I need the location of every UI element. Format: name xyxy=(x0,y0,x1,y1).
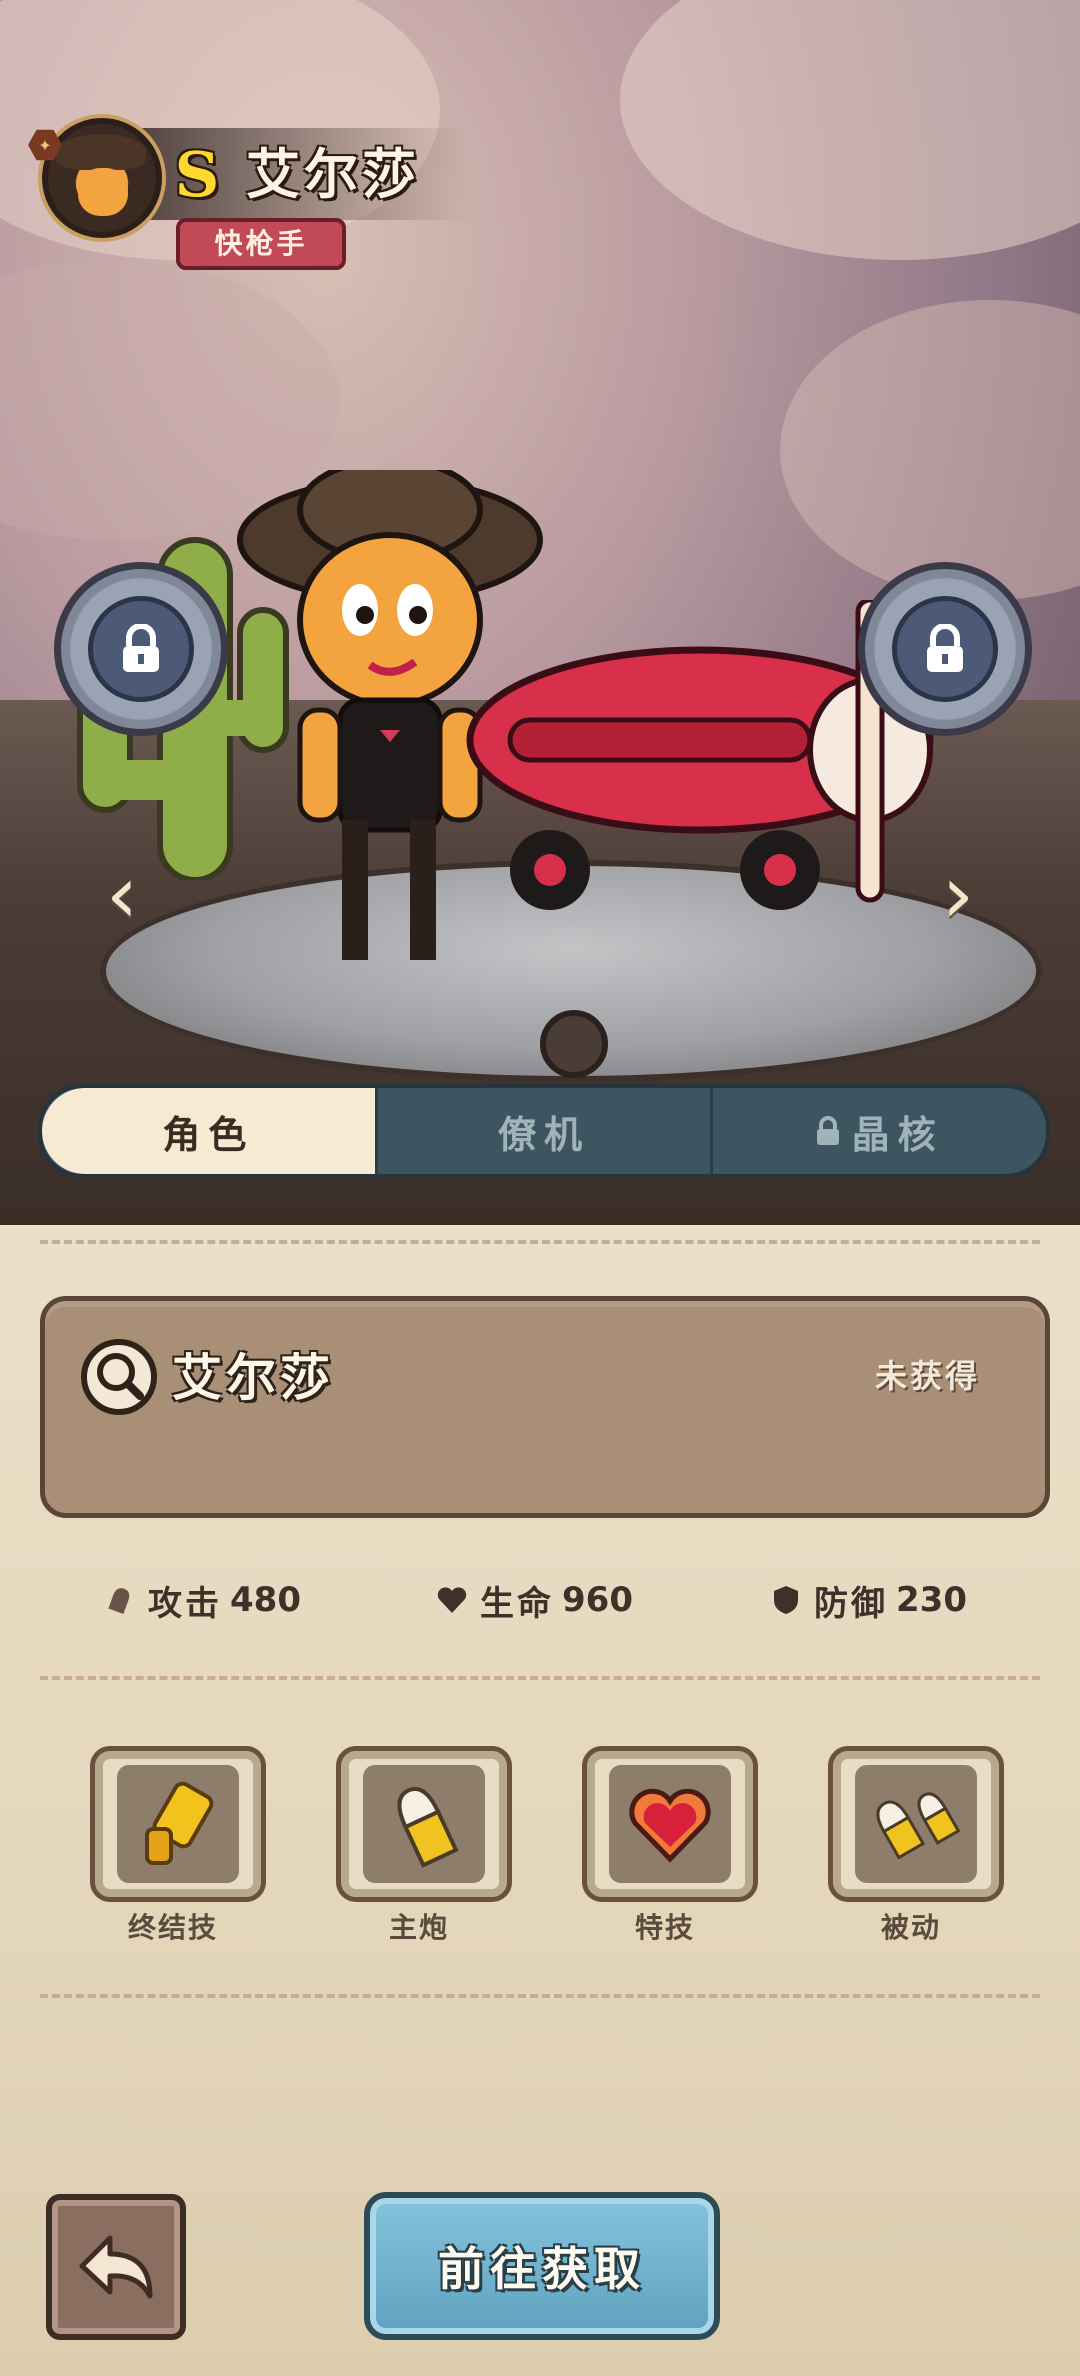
cloud xyxy=(620,0,1080,260)
tab-wingman[interactable]: 僚机 xyxy=(374,1088,711,1174)
prev-hero-arrow-icon[interactable]: ‹ xyxy=(92,850,152,940)
skill-label: 特技 xyxy=(634,1911,695,1944)
back-button[interactable] xyxy=(46,2194,186,2340)
dashed-divider xyxy=(40,1676,1040,1680)
magnifier-icon[interactable] xyxy=(80,1338,158,1416)
skill-label: 被动 xyxy=(880,1911,941,1944)
skill-label: 主炮 xyxy=(388,1911,449,1944)
skill-main-cannon[interactable] xyxy=(336,1746,512,1902)
stat-defense: 防御 230 xyxy=(770,1572,967,1628)
card-hero-name: 艾尔莎 xyxy=(172,1349,334,1407)
ownership-status: 未获得 xyxy=(874,1357,980,1395)
go-obtain-button[interactable]: 前往获取 xyxy=(364,2192,720,2340)
lock-icon xyxy=(892,596,998,702)
character-showcase-scene: ‹ › ✦ S 艾尔莎 快枪手 角色 僚机 晶核 xyxy=(0,0,1080,1225)
tab-character[interactable]: 角色 xyxy=(42,1088,375,1174)
rank-badge: S xyxy=(174,138,220,211)
next-hero-arrow-icon[interactable]: › xyxy=(928,850,988,940)
lock-icon xyxy=(816,1116,839,1145)
tab-label: 晶核 xyxy=(851,1112,944,1157)
skill-label: 终结技 xyxy=(127,1911,218,1944)
heart-gem-icon xyxy=(609,1765,731,1883)
tab-label: 僚机 xyxy=(498,1112,591,1157)
heart-icon xyxy=(437,1587,467,1613)
bullet-icon xyxy=(108,1588,130,1615)
shield-icon xyxy=(774,1586,798,1614)
platform-latch xyxy=(540,1010,608,1078)
bullet-icon xyxy=(363,1765,485,1883)
role-tag: 快枪手 xyxy=(176,218,346,270)
skill-special[interactable] xyxy=(582,1746,758,1902)
locked-slot-left[interactable] xyxy=(54,562,228,736)
cloud xyxy=(780,300,1080,600)
stat-value: 960 xyxy=(562,1580,633,1620)
category-tabs: 角色 僚机 晶核 xyxy=(38,1084,1050,1178)
stat-label: 生命 xyxy=(480,1583,554,1624)
locked-slot-right[interactable] xyxy=(858,562,1032,736)
tab-core[interactable]: 晶核 xyxy=(710,1088,1046,1174)
stat-value: 230 xyxy=(896,1580,967,1620)
tab-label: 角色 xyxy=(162,1112,255,1157)
dashed-divider xyxy=(40,1240,1040,1244)
return-arrow-icon xyxy=(79,2235,153,2299)
hero-title: 艾尔莎 xyxy=(246,143,420,206)
skill-passive[interactable] xyxy=(828,1746,1004,1902)
stat-value: 480 xyxy=(230,1580,301,1620)
stat-label: 攻击 xyxy=(148,1583,222,1624)
gatling-gun-icon xyxy=(117,1765,239,1883)
dashed-divider xyxy=(40,1994,1040,1998)
stat-health: 生命 960 xyxy=(436,1572,633,1628)
double-bullet-icon xyxy=(855,1765,977,1883)
lock-icon xyxy=(88,596,194,702)
hero-avatar[interactable] xyxy=(42,118,162,238)
stat-label: 防御 xyxy=(814,1583,888,1624)
stat-attack: 攻击 480 xyxy=(104,1572,301,1628)
skill-ultimate[interactable] xyxy=(90,1746,266,1902)
